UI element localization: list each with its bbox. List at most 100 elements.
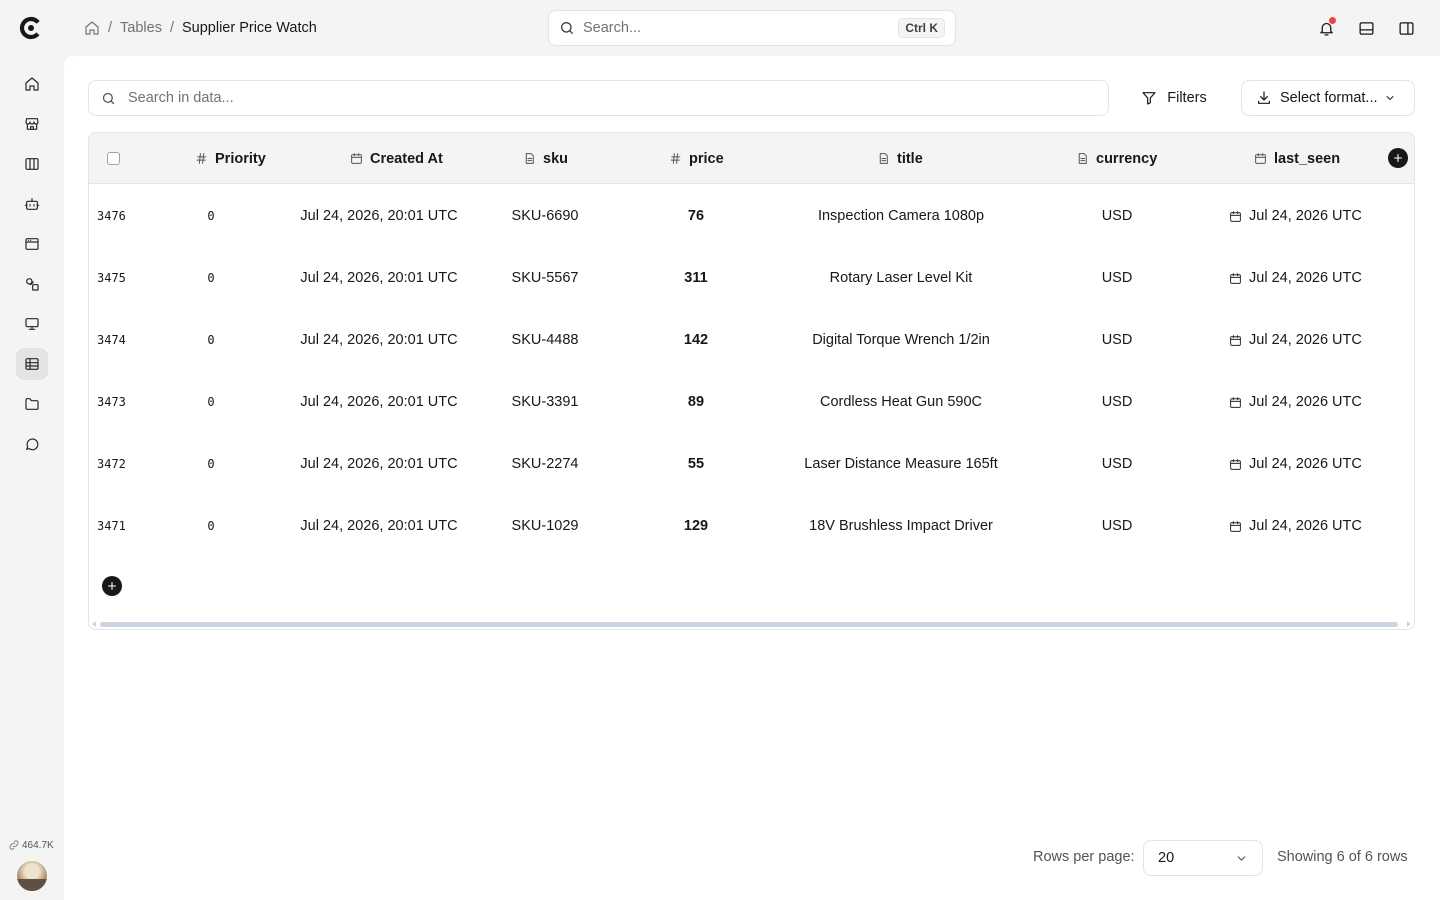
table-row[interactable]: 3474 0 Jul 24, 2026, 20:01 UTC SKU-4488 … xyxy=(89,309,1414,371)
cell-title: Inspection Camera 1080p xyxy=(817,208,985,224)
home-icon xyxy=(25,77,39,91)
column-header-price[interactable]: price xyxy=(669,133,724,184)
sidebar-item-chat[interactable] xyxy=(16,428,48,460)
cell-last-seen-text: Jul 24, 2026 UTC xyxy=(1249,394,1362,410)
table-row[interactable]: 3473 0 Jul 24, 2026, 20:01 UTC SKU-3391 … xyxy=(89,371,1414,433)
sidebar-item-monitor[interactable] xyxy=(16,308,48,340)
cell-price: 129 xyxy=(683,518,709,534)
cell-title: Cordless Heat Gun 590C xyxy=(820,394,982,410)
calendar-icon xyxy=(1230,272,1241,284)
column-label: currency xyxy=(1096,150,1158,167)
column-label: sku xyxy=(543,150,568,167)
app-logo[interactable] xyxy=(18,15,44,41)
table-row[interactable]: 3476 0 Jul 24, 2026, 20:01 UTC SKU-6690 … xyxy=(89,185,1414,247)
breadcrumb-separator: / xyxy=(108,20,113,36)
cell-currency: USD xyxy=(1101,456,1133,472)
avatar[interactable] xyxy=(17,861,47,891)
data-search-input[interactable]: Search in data... xyxy=(88,80,1109,116)
cell-last-seen-text: Jul 24, 2026 UTC xyxy=(1249,332,1362,348)
table-row[interactable]: 3472 0 Jul 24, 2026, 20:01 UTC SKU-2274 … xyxy=(89,433,1414,495)
sidebar-item-tables[interactable] xyxy=(16,348,48,380)
scroll-right-arrow[interactable] xyxy=(1407,621,1411,627)
column-header-sku[interactable]: sku xyxy=(523,133,568,184)
cell-sku: SKU-5567 xyxy=(511,270,579,286)
header-actions xyxy=(1316,17,1416,38)
column-header-last-seen[interactable]: last_seen xyxy=(1254,133,1340,184)
folder-icon xyxy=(25,398,39,410)
cell-id: 3474 xyxy=(97,333,126,347)
export-format-label: Select format... xyxy=(1280,90,1378,106)
cell-currency: USD xyxy=(1101,394,1133,410)
column-header-title[interactable]: title xyxy=(877,133,923,184)
cell-last-seen-text: Jul 24, 2026 UTC xyxy=(1249,270,1362,286)
cell-priority: 0 xyxy=(207,457,215,471)
cell-id: 3471 xyxy=(97,519,126,533)
cell-currency: USD xyxy=(1101,208,1133,224)
page-title: Supplier Price Watch xyxy=(181,20,317,36)
sidebar-item-home[interactable] xyxy=(16,68,48,100)
table-row[interactable]: 3475 0 Jul 24, 2026, 20:01 UTC SKU-5567 … xyxy=(89,247,1414,309)
column-header-currency[interactable]: currency xyxy=(1076,133,1157,184)
column-header-priority[interactable]: Priority xyxy=(195,133,266,184)
cell-id: 3472 xyxy=(97,457,126,471)
filter-icon xyxy=(1142,92,1156,105)
sidebar-item-shapes[interactable] xyxy=(16,268,48,300)
cell-priority: 0 xyxy=(207,209,215,223)
notifications-button[interactable] xyxy=(1316,17,1336,38)
sidebar-item-store[interactable] xyxy=(16,108,48,140)
calendar-icon xyxy=(1230,210,1241,222)
cell-id: 3473 xyxy=(97,395,126,409)
cell-priority: 0 xyxy=(207,271,215,285)
cell-title: Digital Torque Wrench 1/2in xyxy=(812,332,990,348)
home-icon[interactable] xyxy=(84,20,100,36)
cell-created-at: Jul 24, 2026, 20:01 UTC xyxy=(300,332,458,348)
breadcrumb: / Tables / Supplier Price Watch xyxy=(84,18,317,38)
export-format-select[interactable]: Select format... xyxy=(1241,80,1415,116)
cell-created-at: Jul 24, 2026, 20:01 UTC xyxy=(300,456,458,472)
cell-currency: USD xyxy=(1101,270,1133,286)
logo-icon xyxy=(19,16,43,40)
sidebar-item-browser[interactable] xyxy=(16,228,48,260)
sidebar-item-bot[interactable] xyxy=(16,188,48,220)
bottom-panel-toggle[interactable] xyxy=(1356,18,1376,38)
cell-priority: 0 xyxy=(207,333,215,347)
filters-label: Filters xyxy=(1167,90,1207,106)
sidebar-item-folder[interactable] xyxy=(16,388,48,420)
panel-right-icon xyxy=(1398,21,1414,35)
hash-icon xyxy=(670,153,681,164)
column-header-created-at[interactable]: Created At xyxy=(350,133,443,184)
table-row[interactable]: 3471 0 Jul 24, 2026, 20:01 UTC SKU-1029 … xyxy=(89,495,1414,557)
cell-id: 3476 xyxy=(97,209,126,223)
cell-last-seen: Jul 24, 2026 UTC xyxy=(1229,309,1362,371)
hash-icon xyxy=(196,153,207,164)
horizontal-scrollbar[interactable] xyxy=(89,619,1414,629)
main-panel: Search in data... Filters Select format.… xyxy=(64,56,1440,900)
cell-sku: SKU-6690 xyxy=(511,208,579,224)
calendar-icon xyxy=(1230,396,1241,408)
column-label: title xyxy=(897,150,923,167)
filters-button[interactable]: Filters xyxy=(1126,80,1222,116)
cell-title: Rotary Laser Level Kit xyxy=(829,270,973,286)
link-icon xyxy=(9,840,19,850)
select-all-checkbox[interactable] xyxy=(107,152,120,165)
add-column-button[interactable] xyxy=(1388,148,1408,168)
global-search-placeholder: Search... xyxy=(583,20,642,36)
scrollbar-thumb[interactable] xyxy=(100,622,1398,627)
cell-last-seen-text: Jul 24, 2026 UTC xyxy=(1249,208,1362,224)
column-label: Priority xyxy=(215,150,266,167)
rows-per-page-select[interactable]: 20 xyxy=(1143,840,1263,876)
cell-last-seen: Jul 24, 2026 UTC xyxy=(1229,495,1362,557)
global-search-input[interactable]: Search... Ctrl K xyxy=(548,10,956,46)
column-label: price xyxy=(689,150,724,167)
cell-last-seen: Jul 24, 2026 UTC xyxy=(1229,371,1362,433)
notification-dot xyxy=(1329,17,1336,24)
right-panel-toggle[interactable] xyxy=(1396,18,1416,38)
usage-value: 464.7K xyxy=(22,839,54,851)
add-row-button[interactable] xyxy=(102,576,122,596)
sidebar: 464.7K xyxy=(0,0,64,900)
cell-title: Laser Distance Measure 165ft xyxy=(804,456,998,472)
cell-sku: SKU-3391 xyxy=(511,394,579,410)
breadcrumb-tables-link[interactable]: Tables xyxy=(120,20,162,36)
sidebar-item-columns[interactable] xyxy=(16,148,48,180)
scroll-left-arrow[interactable] xyxy=(92,621,96,627)
